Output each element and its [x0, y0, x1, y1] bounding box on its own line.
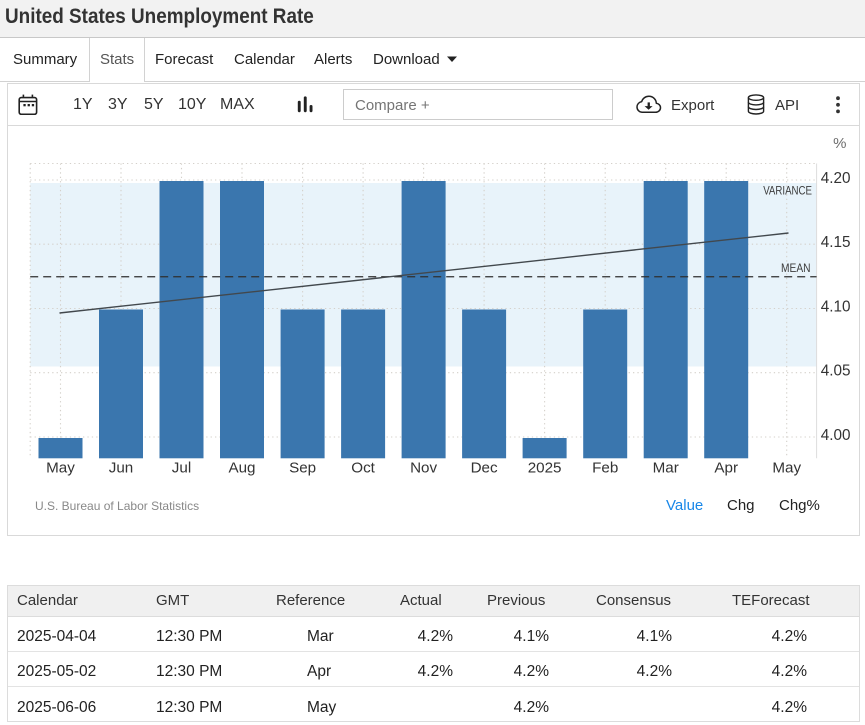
- svg-text:VARIANCE: VARIANCE: [763, 183, 812, 197]
- svg-text:Aug: Aug: [228, 459, 255, 476]
- svg-text:2025: 2025: [528, 459, 562, 476]
- svg-text:Jul: Jul: [172, 459, 191, 476]
- svg-text:May: May: [46, 459, 75, 476]
- svg-text:MEAN: MEAN: [781, 261, 811, 275]
- svg-text:Apr: Apr: [714, 459, 738, 476]
- svg-text:Feb: Feb: [592, 459, 618, 476]
- svg-text:4.15: 4.15: [821, 234, 851, 251]
- svg-text:Dec: Dec: [471, 459, 498, 476]
- svg-text:4.00: 4.00: [821, 427, 851, 444]
- svg-text:4.10: 4.10: [821, 298, 851, 315]
- svg-text:4.20: 4.20: [821, 170, 851, 187]
- svg-text:May: May: [772, 459, 801, 476]
- svg-text:Mar: Mar: [653, 459, 679, 476]
- svg-text:Jun: Jun: [109, 459, 134, 476]
- svg-text:%: %: [833, 135, 846, 152]
- svg-text:Oct: Oct: [351, 459, 375, 476]
- svg-text:Sep: Sep: [289, 459, 316, 476]
- svg-text:Nov: Nov: [410, 459, 437, 476]
- svg-text:4.05: 4.05: [821, 363, 851, 380]
